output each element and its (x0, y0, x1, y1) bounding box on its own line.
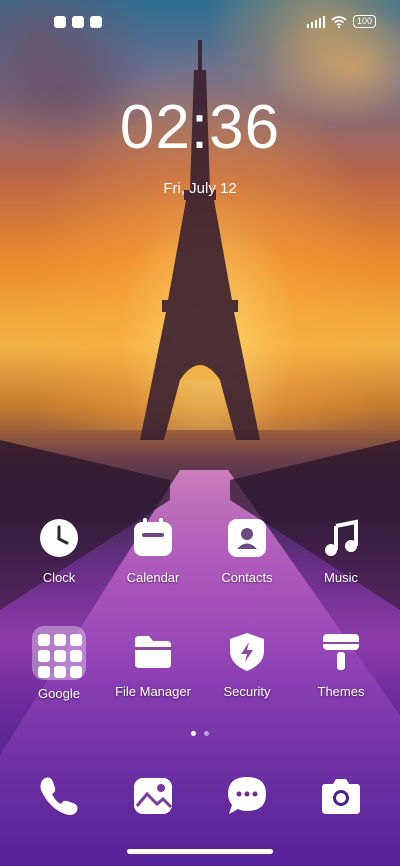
folder-icon (32, 626, 86, 680)
signal-icon (306, 15, 325, 28)
folder-icon (133, 632, 173, 672)
app-label: Google (38, 686, 80, 701)
system-icons: 100 (306, 15, 376, 28)
clock-icon (39, 518, 79, 558)
page-dot (204, 731, 209, 736)
dock-camera[interactable] (296, 774, 386, 818)
app-themes[interactable]: Themes (296, 632, 386, 699)
dock-messages[interactable] (202, 774, 292, 818)
app-label: Security (223, 684, 271, 699)
app-calendar[interactable]: Calendar (108, 518, 198, 585)
clock-date: Fri, July 12 (163, 180, 237, 197)
app-notification-icon (90, 16, 102, 28)
app-contacts[interactable]: Contacts (202, 518, 292, 585)
phone-icon (37, 774, 81, 818)
camera-icon (319, 774, 363, 818)
app-label: Clock (42, 570, 76, 585)
square-notification-icon (72, 16, 84, 28)
contacts-icon (227, 518, 267, 558)
home-indicator[interactable] (127, 849, 273, 854)
gallery-icon (131, 774, 175, 818)
app-music[interactable]: Music (296, 518, 386, 585)
app-label: Calendar (126, 570, 180, 585)
status-bar: 100 (0, 12, 400, 32)
battery-icon: 100 (352, 15, 376, 28)
app-clock[interactable]: Clock (14, 518, 104, 585)
wifi-icon (331, 15, 347, 28)
paint-roller-icon (321, 632, 361, 672)
app-label: File Manager (115, 684, 191, 699)
notification-icons (54, 16, 102, 28)
app-label: Themes (317, 684, 365, 699)
app-notification-icon (54, 16, 66, 28)
page-indicator (0, 731, 400, 736)
dock-phone[interactable] (14, 774, 104, 818)
app-folder-google[interactable]: Google (14, 626, 104, 701)
messages-icon (225, 774, 269, 818)
app-file-manager[interactable]: File Manager (108, 632, 198, 699)
app-label: Music (324, 570, 358, 585)
app-label: Contacts (221, 570, 273, 585)
calendar-icon (133, 518, 173, 558)
page-dot-active (191, 731, 196, 736)
shield-icon (227, 632, 267, 672)
music-icon (321, 518, 361, 558)
app-security[interactable]: Security (202, 632, 292, 699)
clock-time: 02:36 (119, 93, 281, 162)
dock-gallery[interactable] (108, 774, 198, 818)
